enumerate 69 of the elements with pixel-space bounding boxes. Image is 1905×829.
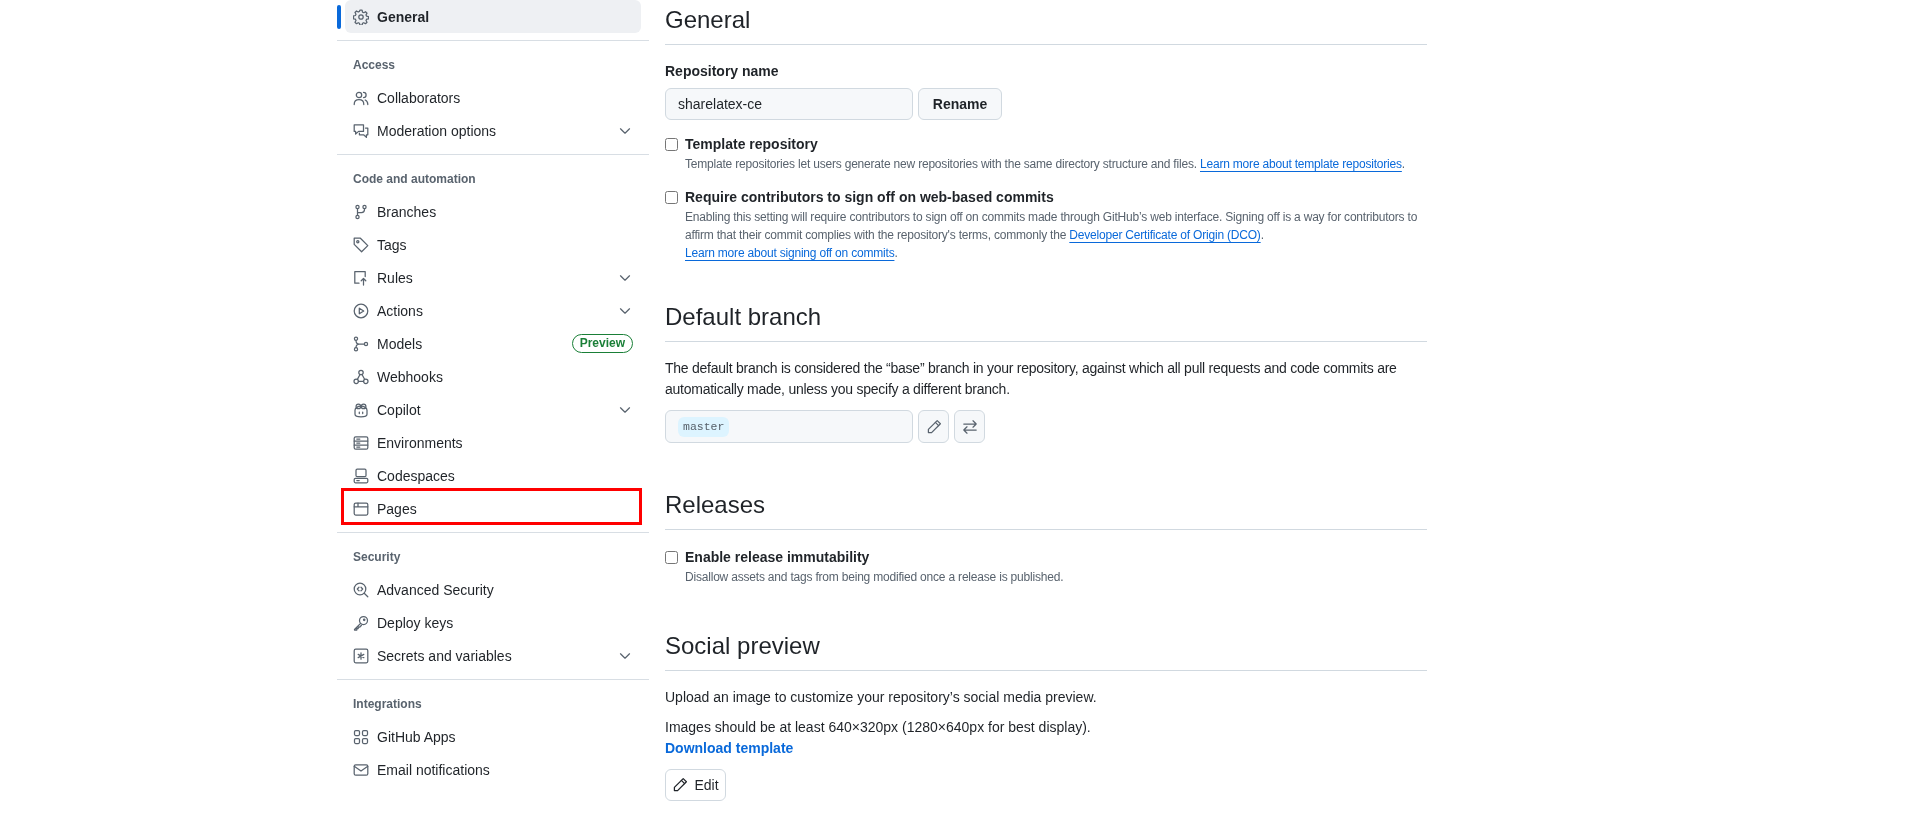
sidebar-item[interactable]: Deploy keys — [345, 606, 641, 639]
sidebar-item[interactable]: Rules — [345, 261, 641, 294]
sidebar-section-heading: Access — [353, 57, 396, 74]
checkbox[interactable] — [665, 191, 678, 204]
section-heading: General — [665, 5, 751, 35]
pencil-icon — [925, 418, 942, 435]
option-description: Enabling this setting will require contributors to sign off on commits made through GitHub’s web interface. Signing off is a way for contributors to affirm that their commit complies with the repository's terms, commonly the Developer Certificate of Origin (DCO). Learn more about signing off on commits. — [685, 209, 1419, 262]
sidebar-item[interactable]: Webhooks — [345, 360, 641, 393]
section-description: The default branch is considered the “base” branch in your repository, against which all pull requests and code commits are automatically made, unless you specify a different branch. — [665, 359, 1398, 399]
magnifier-code-icon — [353, 581, 369, 598]
learn-more-link[interactable]: Developer Certificate of Origin (DCO) — [1069, 228, 1261, 242]
branch-name: master — [678, 416, 730, 437]
envelope-icon — [353, 761, 369, 778]
repository-name-field[interactable]: sharelatex-ce — [665, 88, 913, 120]
gear-icon — [353, 8, 369, 25]
branch-icon — [353, 203, 369, 220]
sidebar-item[interactable]: GitHub Apps — [345, 720, 641, 753]
pencil-icon — [672, 777, 689, 793]
sidebar-item[interactable]: Email notifications — [345, 753, 641, 786]
checkbox[interactable] — [665, 138, 678, 151]
section-heading: Social preview — [665, 631, 820, 661]
speech-bubbles-icon — [353, 122, 369, 139]
sidebar-item[interactable]: Pages — [345, 492, 641, 525]
sidebar-item[interactable]: Tags — [345, 228, 641, 261]
checkbox[interactable] — [665, 551, 678, 564]
three-nodes-icon — [353, 368, 369, 385]
learn-more-link[interactable]: Learn more about template repositories — [1200, 157, 1402, 171]
size-note: Images should be at least 640×320px (1280×640px for best display). — [665, 718, 1091, 737]
sidebar-item[interactable]: Secrets and variables — [345, 639, 641, 672]
node-graph-icon — [353, 335, 369, 352]
switch-button[interactable] — [954, 410, 985, 443]
option-label: Require contributors to sign off on web-based commits — [685, 188, 1054, 207]
sidebar-item[interactable]: Copilot — [345, 393, 641, 426]
grid-icon — [353, 728, 369, 745]
rename-button[interactable]: Rename — [918, 88, 1002, 120]
sidebar-item[interactable]: Actions — [345, 294, 641, 327]
section-heading: Default branch — [665, 302, 822, 332]
people-icon — [353, 89, 369, 106]
asterisk-box-icon — [353, 647, 369, 664]
edit-button[interactable]: Edit — [665, 769, 726, 801]
sidebar-section-heading: Integrations — [353, 696, 422, 713]
play-circle-icon — [353, 302, 369, 319]
option-label: Enable release immutability — [685, 548, 870, 567]
sidebar-item[interactable]: Branches — [345, 195, 641, 228]
sidebar-item[interactable]: Collaborators — [345, 81, 641, 114]
option-description: Disallow assets and tags from being modified once a release is published. — [685, 569, 1065, 586]
sidebar-item[interactable]: General — [345, 0, 641, 33]
edit-button[interactable] — [918, 410, 949, 443]
computer-icon — [353, 467, 369, 484]
section-description: Upload an image to customize your repository’s social media preview. — [665, 688, 1098, 707]
sidebar-section-heading: Security — [353, 549, 401, 566]
option-description: Template repositories let users generate new repositories with the same directory structure and files. Learn more about template repositories. — [685, 156, 1406, 173]
swap-arrows-icon — [961, 418, 978, 435]
robot-face-icon — [353, 401, 369, 418]
sidebar-item[interactable]: Moderation options — [345, 114, 641, 147]
sidebar-item[interactable]: Environments — [345, 426, 641, 459]
server-icon — [353, 434, 369, 451]
option-label: Template repository — [685, 135, 818, 154]
sidebar-item[interactable]: Codespaces — [345, 459, 641, 492]
sidebar-section-heading: Code and automation — [353, 171, 476, 188]
field-label: Repository name — [665, 62, 779, 81]
section-heading: Releases — [665, 490, 766, 520]
sidebar-item[interactable]: Models Preview — [345, 327, 641, 360]
key-icon — [353, 614, 369, 631]
browser-window-icon — [353, 500, 369, 517]
tag-icon — [353, 236, 369, 253]
document-arrow-icon — [353, 269, 369, 286]
sidebar-item[interactable]: Advanced Security — [345, 573, 641, 606]
download-template-link[interactable]: Download template — [665, 738, 794, 759]
